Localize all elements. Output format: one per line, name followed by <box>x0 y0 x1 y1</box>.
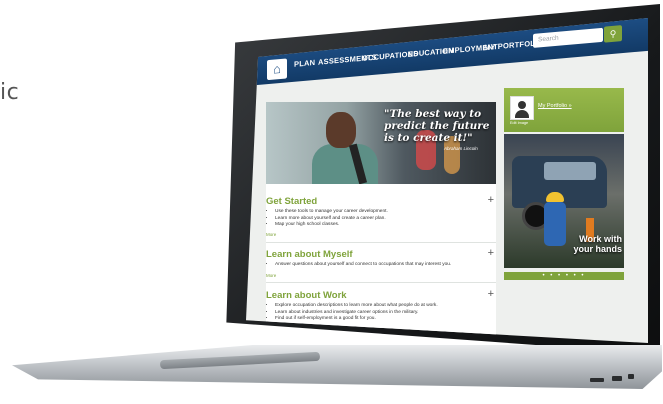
section-title[interactable]: Get Started <box>266 196 317 207</box>
section-divider <box>266 242 496 243</box>
audio-port <box>628 374 634 379</box>
search-icon[interactable]: ⚲ <box>604 25 622 43</box>
worker-figure <box>544 202 566 246</box>
expand-icon[interactable]: + <box>488 247 494 259</box>
laptop-screen: ⌂ PLAN ASSESSMENTS OCCUPATIONS EDUCATION… <box>246 18 648 343</box>
side-text-fragment: ic <box>0 80 20 105</box>
avatar-head-icon <box>518 101 526 109</box>
expand-icon[interactable]: + <box>488 194 494 206</box>
nav-item-plan[interactable]: PLAN <box>294 58 315 69</box>
list-item: Answer questions about yourself and conn… <box>275 262 451 269</box>
hero-quote: "The best way to predict the future is t… <box>384 108 490 144</box>
search-input[interactable]: Search <box>533 27 603 48</box>
section-title[interactable]: Learn about Work <box>266 290 347 301</box>
list-item: Use these tools to manage your career de… <box>275 209 388 216</box>
home-icon[interactable]: ⌂ <box>267 58 287 81</box>
more-link[interactable]: More <box>266 326 276 331</box>
student-figure <box>312 144 378 184</box>
list-item: Map your high school classes. <box>275 222 388 229</box>
list-item: Find out if self-employment is a good fi… <box>275 316 438 323</box>
carousel-dots[interactable]: • • • • • • <box>504 272 624 280</box>
hero-banner: "The best way to predict the future is t… <box>266 102 496 184</box>
expand-icon[interactable]: + <box>488 288 494 300</box>
student-head <box>326 112 356 148</box>
usb-port <box>590 378 604 382</box>
usb-port <box>612 376 622 381</box>
promo-caption: Work with your hands <box>573 234 622 254</box>
right-sidebar: My Portfolio » Edit Image Work with your… <box>504 88 624 340</box>
more-link[interactable]: More <box>266 232 276 237</box>
section-bullets: Answer questions about yourself and conn… <box>266 262 451 269</box>
avatar[interactable] <box>510 96 534 120</box>
section-bullets: Use these tools to manage your career de… <box>266 209 388 229</box>
my-portfolio-link[interactable]: My Portfolio » <box>538 103 572 109</box>
laptop-base <box>12 345 662 389</box>
main-content-card: "The best way to predict the future is t… <box>266 102 496 343</box>
section-bullets: Explore occupation descriptions to learn… <box>266 303 438 323</box>
truck-windshield <box>544 162 596 180</box>
avatar-body-icon <box>515 110 529 118</box>
list-item: Explore occupation descriptions to learn… <box>275 303 438 310</box>
section-divider <box>266 282 496 283</box>
edit-image-link[interactable]: Edit Image <box>510 121 528 125</box>
quote-author: Abraham Lincoln <box>444 146 478 151</box>
section-title[interactable]: Learn about Myself <box>266 249 353 260</box>
hard-hat-icon <box>546 192 564 202</box>
promo-image[interactable]: Work with your hands <box>504 134 624 268</box>
profile-box: My Portfolio » Edit Image <box>504 88 624 132</box>
more-link[interactable]: More <box>266 273 276 278</box>
